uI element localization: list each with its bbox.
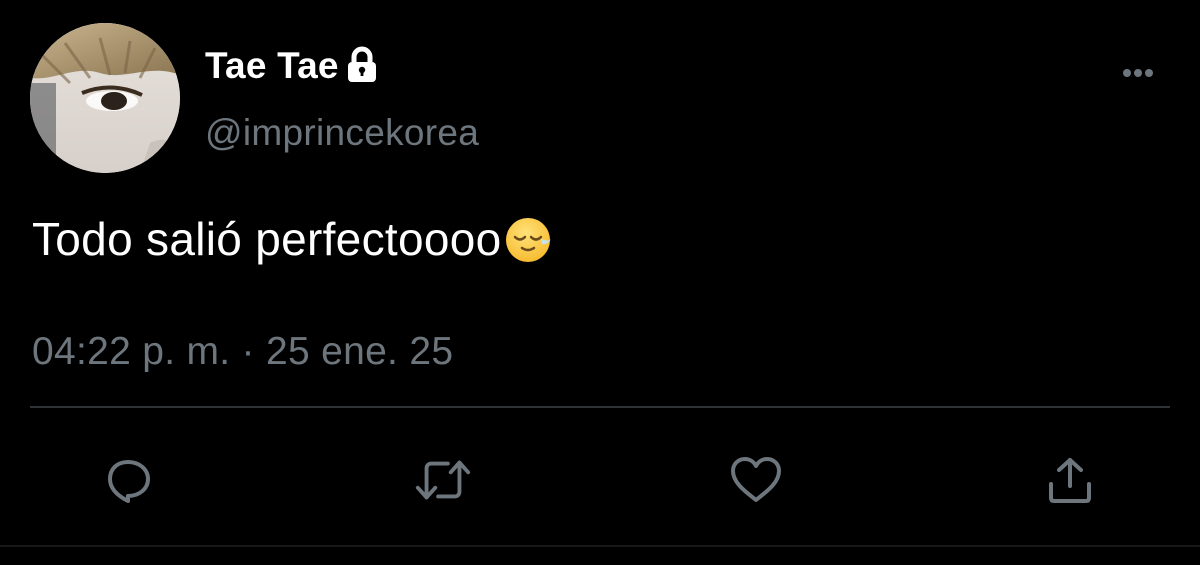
tweet-text: Todo salió perfectoooo [32, 213, 502, 265]
reply-button[interactable] [98, 450, 158, 510]
bottom-divider [0, 545, 1200, 547]
avatar-image [30, 23, 180, 173]
display-name[interactable]: Tae Tae [205, 45, 339, 87]
relieved-face-emoji [503, 215, 553, 265]
share-icon [1049, 458, 1091, 503]
reply-icon [108, 460, 150, 503]
lock-icon [343, 46, 381, 86]
share-button[interactable] [1040, 450, 1100, 510]
retweet-button[interactable] [413, 450, 473, 510]
retweet-icon [415, 460, 471, 500]
divider [30, 406, 1170, 408]
avatar[interactable] [30, 23, 180, 173]
more-options-icon[interactable] [1116, 62, 1160, 84]
heart-icon [731, 457, 781, 502]
tweet-body: Todo salió perfectoooo [32, 212, 553, 266]
display-name-row[interactable]: Tae Tae [205, 42, 381, 90]
user-handle[interactable]: @imprincekorea [205, 112, 479, 154]
like-button[interactable] [726, 450, 786, 510]
tweet-timestamp[interactable]: 04:22 p. m. · 25 ene. 25 [32, 330, 453, 374]
